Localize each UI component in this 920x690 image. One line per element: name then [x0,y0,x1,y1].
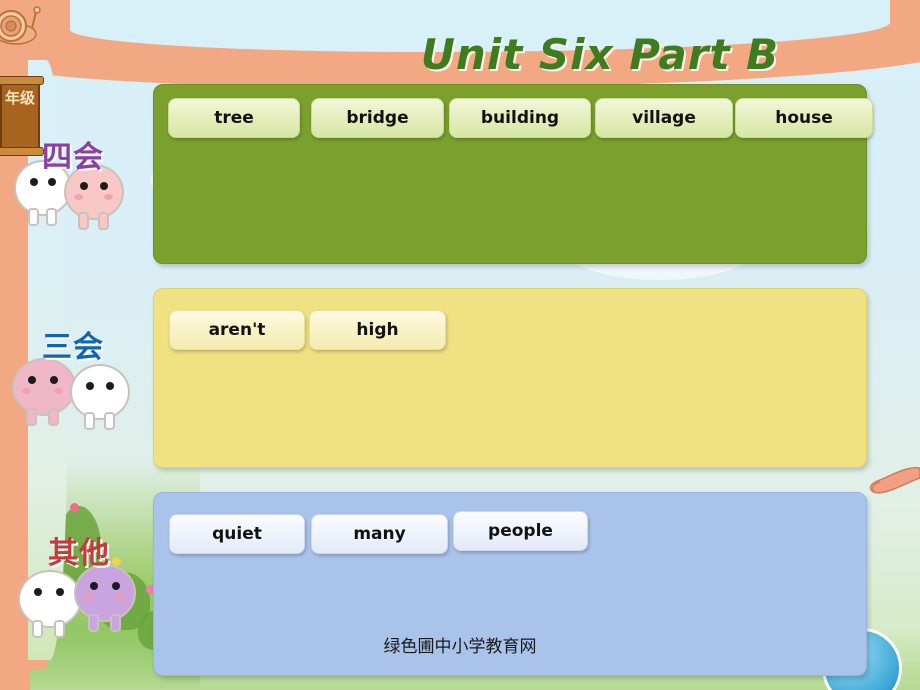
mascot-leg [84,412,95,430]
mascot-leg [48,408,59,426]
watermark-text: 绿色圃中小学教育网 [383,637,537,657]
section-label-sanhui: 三会 [42,330,104,365]
word-panel-yellow: aren't high [153,288,867,468]
word-chip-building[interactable]: building [449,98,591,138]
mascot-body [70,364,130,420]
mascot-pair-three [18,560,144,640]
mascot-leg [88,614,99,632]
sign-bar-top [0,76,44,85]
word-panel-green: tree bridge building village house [153,84,873,264]
mascot-body [74,564,136,622]
word-chip-bridge[interactable]: bridge [311,98,444,138]
mascot-cheek [74,194,83,200]
flower-decoration [70,503,79,512]
pointing-hand-icon [869,466,920,494]
mascot-leg [78,212,89,230]
mascot-eye [30,178,38,186]
word-chip-arent[interactable]: aren't [169,310,305,350]
mascot-eye [86,382,94,390]
mascot-eye [50,376,58,384]
mascot-eye [34,588,42,596]
vertical-sign-decoration: 年级 [0,76,44,156]
mascot-leg [28,208,39,226]
mascot-cheek [54,388,63,394]
mascot-eye [106,382,114,390]
mascot-body [18,570,82,628]
word-chip-quiet[interactable]: quiet [169,514,305,554]
mascot-leg [110,614,121,632]
mascot-body [12,358,76,416]
mascot-leg [98,212,109,230]
mascot-cheek [22,388,31,394]
mascot-cheek [116,594,125,600]
mascot-cheek [84,594,93,600]
mascot-cheek [104,194,113,200]
section-label-qita: 其他 [48,536,110,571]
word-chip-people[interactable]: people [453,511,588,551]
mascot-leg [104,412,115,430]
mascot-eye [56,588,64,596]
mascot-eye [100,182,108,190]
mascot-eye [90,582,98,590]
sign-bar-bottom [0,147,44,156]
mascot-eye [28,376,36,384]
mascot-eye [80,182,88,190]
section-label-sihui: 四会 [42,140,104,175]
page-title: Unit Six Part B [420,30,780,79]
snail-icon [0,6,41,45]
word-chip-many[interactable]: many [311,514,448,554]
mascot-leg [46,208,57,226]
word-chip-village[interactable]: village [595,98,733,138]
mascot-eye [112,582,120,590]
sign-text: 年级 [4,89,35,107]
word-chip-tree[interactable]: tree [168,98,300,138]
word-chip-house[interactable]: house [735,98,873,138]
word-chip-high[interactable]: high [309,310,446,350]
mascot-leg [26,408,37,426]
slide-canvas: 年级 Unit Six Part B 四会 tree bridge buildi… [0,0,920,690]
mascot-eye [48,178,56,186]
